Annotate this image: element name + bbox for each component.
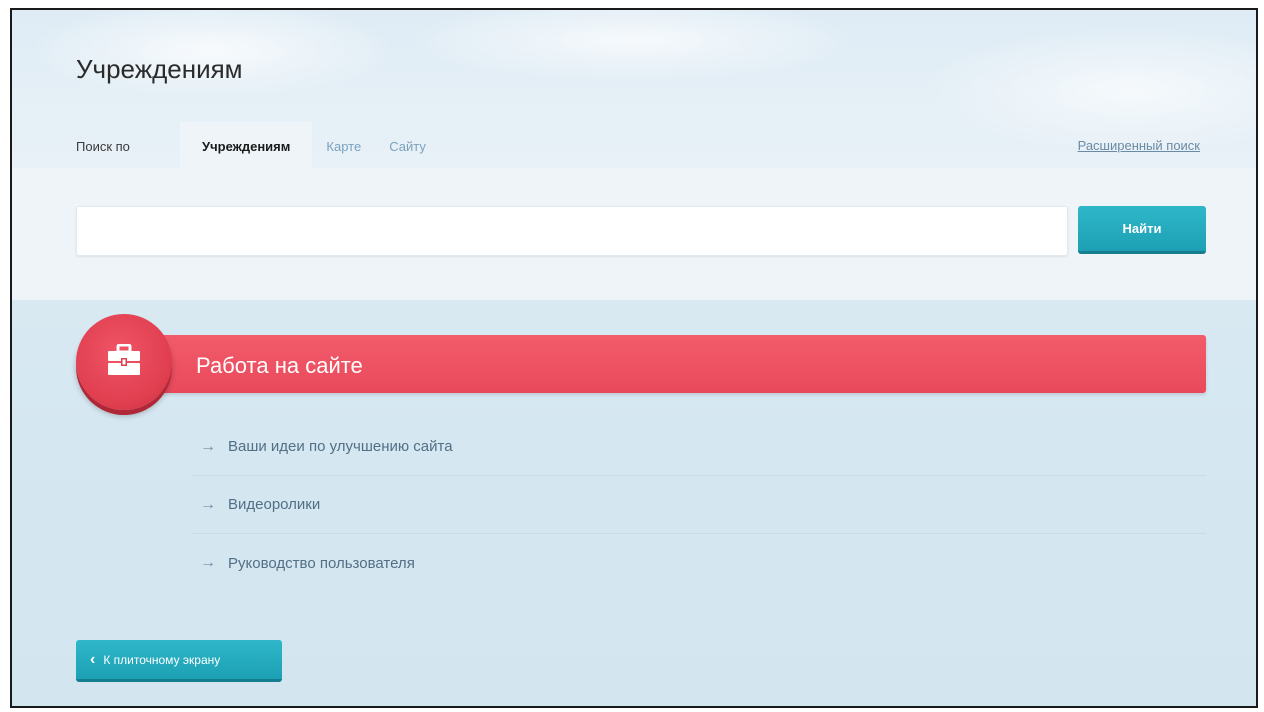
link-user-guide[interactable]: Руководство пользователя: [228, 555, 415, 572]
tab-map[interactable]: Карте: [312, 122, 375, 170]
link-videos[interactable]: Видеоролики: [228, 496, 320, 513]
search-input[interactable]: [76, 206, 1068, 256]
chevron-left-icon: ‹: [90, 650, 96, 668]
briefcase-icon: [106, 343, 142, 376]
arrow-right-icon: →: [200, 554, 216, 571]
list-item[interactable]: → Руководство пользователя: [192, 534, 1206, 592]
arrow-right-icon: →: [200, 437, 216, 455]
section-title: Работа на сайте: [196, 353, 363, 378]
tabs-prefix-label: Поиск по: [76, 138, 130, 154]
tab-institutions[interactable]: Учреждениям: [180, 122, 313, 170]
list-item[interactable]: → Ваши идеи по улучшению сайта: [192, 418, 1206, 476]
page-title: Учреждениям: [76, 54, 243, 84]
search-button[interactable]: Найти: [1078, 206, 1206, 254]
search-tabs: Поиск по Учреждениям Карте Сайту: [76, 122, 440, 170]
advanced-search-link[interactable]: Расширенный поиск: [1078, 138, 1200, 153]
back-to-tiles-button[interactable]: ‹ К плиточному экрану: [76, 640, 282, 682]
section-links: → Ваши идеи по улучшению сайта → Видеоро…: [192, 418, 1206, 592]
tab-site[interactable]: Сайту: [375, 122, 440, 170]
link-ideas[interactable]: Ваши идеи по улучшению сайта: [228, 438, 453, 455]
page-frame: Учреждениям Поиск по Учреждениям Карте С…: [10, 8, 1258, 708]
back-button-label: К плиточному экрану: [103, 652, 221, 667]
arrow-right-icon: →: [200, 495, 216, 513]
section-icon-badge: [76, 314, 172, 410]
list-item[interactable]: → Видеоролики: [192, 476, 1206, 534]
